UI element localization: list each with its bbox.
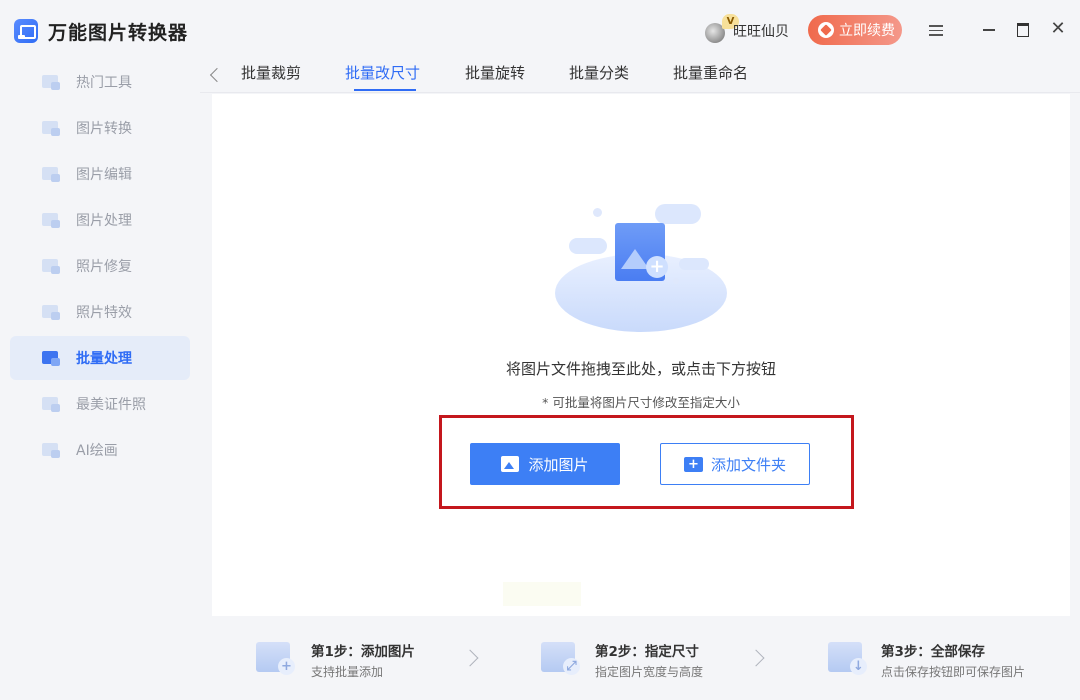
close-icon[interactable]: ✕	[1048, 19, 1068, 39]
sidebar-item-image-convert[interactable]: 图片转换	[10, 106, 190, 150]
tabs-divider	[200, 92, 1080, 93]
cloud-shape	[679, 258, 709, 270]
cloud-shape	[569, 238, 607, 254]
sidebar-item-ai-painting[interactable]: AI绘画	[10, 428, 190, 472]
drop-zone[interactable]	[212, 94, 1070, 616]
sidebar-item-photo-repair[interactable]: 照片修复	[10, 244, 190, 288]
sidebar-item-label: 图片编辑	[76, 167, 132, 183]
sidebar-item-label: AI绘画	[76, 443, 118, 459]
renew-button[interactable]: 立即续费	[808, 15, 902, 45]
image-edit-icon	[42, 165, 62, 183]
sidebar-item-label: 照片特效	[76, 305, 132, 321]
dot-shape	[673, 278, 679, 284]
add-folder-label: 添加文件夹	[710, 455, 786, 474]
step2-title: 第2步：指定尺寸	[595, 644, 699, 660]
drop-instruction: 将图片文件拖拽至此处，或点击下方按钮	[505, 360, 776, 378]
sidebar-item-label: 批量处理	[76, 351, 132, 367]
step1-add-image-icon: +	[256, 640, 296, 676]
app-logo-icon	[14, 19, 38, 43]
step3-save-icon: ↓	[828, 640, 868, 676]
step1-title: 第1步：添加图片	[311, 644, 415, 660]
sidebar-item-image-process[interactable]: 图片处理	[10, 198, 190, 242]
photo-effects-icon	[42, 303, 62, 321]
tab-batch-classify[interactable]: 批量分类	[569, 62, 629, 83]
sidebar-item-photo-effects[interactable]: 照片特效	[10, 290, 190, 334]
tab-batch-crop[interactable]: 批量裁剪	[241, 62, 301, 83]
step1-desc: 支持批量添加	[311, 665, 384, 679]
heart-icon	[818, 22, 834, 38]
user-avatar[interactable]: V	[702, 14, 739, 44]
image-convert-icon	[42, 119, 62, 137]
sidebar-item-label: 最美证件照	[76, 397, 146, 413]
menu-icon[interactable]	[926, 22, 946, 42]
app-title: 万能图片转换器	[48, 22, 189, 44]
batch-process-icon	[42, 349, 62, 367]
cloud-shape	[655, 204, 701, 224]
hot-tools-icon	[42, 73, 62, 91]
maximize-icon[interactable]	[1013, 19, 1033, 39]
sidebar-item-label: 图片处理	[76, 213, 132, 229]
dot-shape	[593, 208, 602, 217]
sidebar-item-image-edit[interactable]: 图片编辑	[10, 152, 190, 196]
tab-batch-rotate[interactable]: 批量旋转	[465, 62, 525, 83]
active-tab-indicator	[354, 89, 416, 91]
step3-title: 第3步：全部保存	[881, 644, 985, 660]
renew-label: 立即续费	[839, 23, 895, 39]
upload-illustration: +	[553, 198, 733, 338]
user-name[interactable]: 旺旺仙贝	[733, 21, 789, 41]
add-image-button[interactable]: 添加图片	[470, 443, 620, 485]
sidebar-item-batch-process[interactable]: 批量处理	[10, 336, 190, 380]
id-photo-icon	[42, 395, 62, 413]
add-folder-icon: +	[683, 456, 703, 472]
faint-bar	[503, 582, 581, 606]
sidebar-item-label: 照片修复	[76, 259, 132, 275]
drop-hint: * 可批量将图片尺寸修改至指定大小	[542, 395, 740, 410]
sidebar-item-label: 图片转换	[76, 121, 132, 137]
ai-painting-icon	[42, 441, 62, 459]
step2-resize-icon: ⤢	[541, 640, 581, 676]
tab-batch-resize[interactable]: 批量改尺寸	[345, 62, 420, 83]
add-folder-button[interactable]: + 添加文件夹	[660, 443, 810, 485]
add-image-icon	[501, 456, 520, 472]
sidebar-item-id-photo[interactable]: 最美证件照	[10, 382, 190, 426]
minimize-icon[interactable]	[979, 19, 999, 39]
tab-batch-rename[interactable]: 批量重命名	[673, 62, 748, 83]
step3-desc: 点击保存按钮即可保存图片	[881, 665, 1026, 679]
image-process-icon	[42, 211, 62, 229]
plus-icon: +	[646, 256, 668, 278]
tab-back-chevron-icon[interactable]	[206, 64, 224, 86]
add-image-label: 添加图片	[528, 455, 589, 474]
sidebar-item-label: 热门工具	[76, 75, 132, 91]
sidebar-item-hot-tools[interactable]: 热门工具	[10, 60, 190, 104]
step2-desc: 指定图片宽度与高度	[595, 665, 704, 679]
photo-repair-icon	[42, 257, 62, 275]
